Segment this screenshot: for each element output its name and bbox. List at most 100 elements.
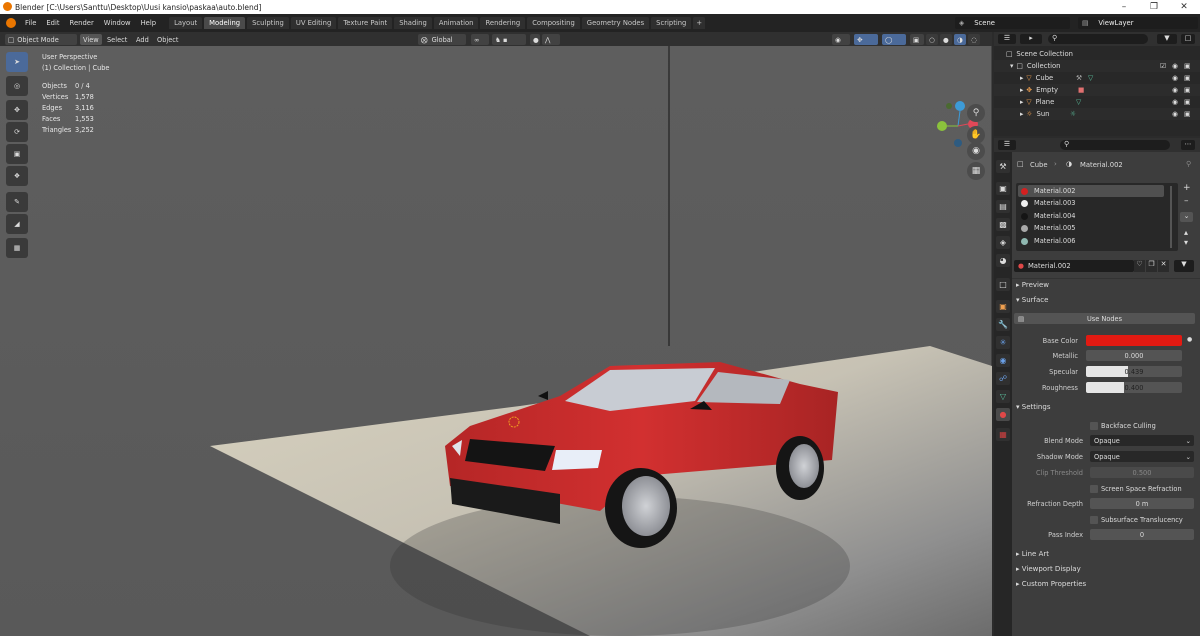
slot-specials-menu[interactable]: ⌄ <box>1180 212 1193 222</box>
overlay-icon[interactable]: ◯ <box>882 34 906 45</box>
blend-mode-dropdown[interactable]: Opaque ⌄ <box>1090 435 1194 446</box>
unlink-material-icon[interactable]: ✕ <box>1158 260 1169 272</box>
screen-space-refraction-checkbox[interactable] <box>1090 485 1098 493</box>
world-tab-icon[interactable]: ◕ <box>996 254 1010 267</box>
material-slot[interactable]: Material.005 <box>1018 222 1164 234</box>
collection-row[interactable]: ▾ □ Collection ☑ ◉ ▣ <box>994 60 1200 72</box>
tab-geometry-nodes[interactable]: Geometry Nodes <box>581 17 650 29</box>
move-down-icon[interactable]: ▾ <box>1184 238 1188 247</box>
backface-culling-checkbox[interactable] <box>1090 422 1098 430</box>
camera-icon[interactable]: ◉ <box>967 142 985 160</box>
menu-render[interactable]: Render <box>65 19 99 27</box>
constraints-tab-icon[interactable]: ☍ <box>996 372 1010 385</box>
roughness-slider[interactable]: 0.400 <box>1086 382 1182 393</box>
shadow-mode-dropdown[interactable]: Opaque ⌄ <box>1090 451 1194 462</box>
shading-solid-icon[interactable]: ● <box>940 34 952 45</box>
material-selector[interactable]: ● Material.002 <box>1014 260 1134 272</box>
object-tab-icon[interactable]: ▣ <box>996 300 1010 313</box>
empty-visibility-icon[interactable]: ◉ <box>1172 86 1178 94</box>
menu-window[interactable]: Window <box>99 19 136 27</box>
scene-selector[interactable]: ◈ Scene <box>955 17 1070 29</box>
viewport-menu-add[interactable]: Add <box>133 34 152 45</box>
material-slot[interactable]: Material.003 <box>1018 197 1164 209</box>
menu-file[interactable]: File <box>20 19 41 27</box>
preview-panel-header[interactable]: ▸ Preview <box>1016 281 1049 289</box>
specular-slider[interactable]: 0.439 <box>1086 366 1182 377</box>
zoom-icon[interactable]: ⚲ <box>967 104 985 122</box>
use-nodes-button[interactable]: ▤ Use Nodes <box>1014 313 1195 324</box>
snap-icon[interactable]: ♞ ▪ <box>492 34 526 45</box>
collection-render-icon[interactable]: ▣ <box>1184 62 1190 70</box>
blender-menu-icon[interactable] <box>6 18 16 28</box>
tab-texture-paint[interactable]: Texture Paint <box>338 17 393 29</box>
viewport-menu-object[interactable]: Object <box>154 34 181 45</box>
tab-compositing[interactable]: Compositing <box>527 17 580 29</box>
transform-tool-icon[interactable]: ❖ <box>6 166 28 186</box>
duplicate-material-icon[interactable]: ❐ <box>1146 260 1157 272</box>
base-color-field[interactable] <box>1086 335 1182 346</box>
add-slot-button[interactable]: + <box>1183 183 1191 193</box>
scene-tab-icon[interactable]: ◈ <box>996 236 1010 249</box>
physics-tab-icon[interactable]: ◉ <box>996 354 1010 367</box>
tab-shading[interactable]: Shading <box>394 17 432 29</box>
shading-material-icon[interactable]: ◑ <box>954 34 966 45</box>
move-tool-icon[interactable]: ✥ <box>6 100 28 120</box>
tab-scripting[interactable]: Scripting <box>651 17 692 29</box>
display-mode-icon[interactable]: ▸ <box>1020 34 1042 44</box>
outliner-item-cube[interactable]: ▸ ▽ Cube ⚒ ▽ ◉ ▣ <box>994 72 1200 84</box>
viewport-menu-view[interactable]: View <box>80 34 102 45</box>
cube-render-icon[interactable]: ▣ <box>1184 74 1190 82</box>
mode-selector[interactable]: □ Object Mode <box>5 34 77 45</box>
modifiers-tab-icon[interactable]: 🔧 <box>996 318 1010 331</box>
tool-tab-icon[interactable]: ⚒ <box>996 160 1010 173</box>
tab-sculpting[interactable]: Sculpting <box>247 17 289 29</box>
subsurface-translucency-checkbox[interactable] <box>1090 516 1098 524</box>
tab-animation[interactable]: Animation <box>433 17 479 29</box>
metallic-slider[interactable]: 0.000 <box>1086 350 1182 361</box>
viewport-menu-select[interactable]: Select <box>104 34 130 45</box>
pass-index-field[interactable]: 0 <box>1090 529 1194 540</box>
close-button[interactable]: ✕ <box>1170 0 1198 14</box>
gizmo-z-icon[interactable] <box>955 101 965 111</box>
orientation-selector[interactable]: ⨂ Global <box>418 34 466 45</box>
material-slot[interactable]: Material.006 <box>1018 235 1164 247</box>
gizmo-icon[interactable]: ✥ <box>854 34 878 45</box>
tab-rendering[interactable]: Rendering <box>480 17 526 29</box>
menu-edit[interactable]: Edit <box>41 19 64 27</box>
pin-icon[interactable]: ⚲ <box>1186 160 1191 168</box>
particles-tab-icon[interactable]: ✳ <box>996 336 1010 349</box>
pivot-icon[interactable]: ∞ <box>471 34 489 45</box>
scale-tool-icon[interactable]: ▣ <box>6 144 28 164</box>
cursor-tool-icon[interactable]: ◎ <box>6 76 28 96</box>
slot-list-scrollbar[interactable] <box>1170 186 1172 248</box>
settings-panel-header[interactable]: ▾ Settings <box>1016 403 1050 411</box>
collection-checkbox[interactable]: ☑ <box>1160 62 1166 70</box>
collection-visibility-icon[interactable]: ◉ <box>1172 62 1178 70</box>
sun-render-icon[interactable]: ▣ <box>1184 110 1190 118</box>
outliner-item-sun[interactable]: ▸ ☼ Sun ☼ ◉ ▣ <box>994 108 1200 120</box>
menu-help[interactable]: Help <box>136 19 162 27</box>
visibility-icon[interactable]: ◉ <box>832 34 850 45</box>
fake-user-icon[interactable]: ♡ <box>1134 260 1145 272</box>
texture-tab-icon[interactable]: ▦ <box>996 428 1010 441</box>
select-tool-icon[interactable]: ➤ <box>6 52 28 72</box>
add-workspace-button[interactable]: + <box>693 17 706 29</box>
collection-tab-icon[interactable]: □ <box>996 278 1010 291</box>
viewport-display-panel-header[interactable]: ▸ Viewport Display <box>1016 565 1081 573</box>
keyframe-dot-icon[interactable]: ● <box>1187 336 1192 343</box>
render-tab-icon[interactable]: ▣ <box>996 182 1010 195</box>
gizmo-y-icon[interactable] <box>937 121 947 131</box>
output-tab-icon[interactable]: ▤ <box>996 200 1010 213</box>
line-art-panel-header[interactable]: ▸ Line Art <box>1016 550 1049 558</box>
properties-search-input[interactable]: ⚲ <box>1060 140 1170 150</box>
annotate-tool-icon[interactable]: ✎ <box>6 192 28 212</box>
surface-panel-header[interactable]: ▾ Surface <box>1016 296 1048 304</box>
data-tab-icon[interactable]: ▽ <box>996 390 1010 403</box>
custom-properties-panel-header[interactable]: ▸ Custom Properties <box>1016 580 1086 588</box>
tab-layout[interactable]: Layout <box>169 17 203 29</box>
editor-type-icon[interactable]: ☰ <box>998 34 1016 44</box>
minimize-button[interactable]: – <box>1110 0 1138 14</box>
refraction-depth-field[interactable]: 0 m <box>1090 498 1194 509</box>
outliner-item-empty[interactable]: ▸ ✥ Empty ■ ◉ ▣ <box>994 84 1200 96</box>
plane-render-icon[interactable]: ▣ <box>1184 98 1190 106</box>
